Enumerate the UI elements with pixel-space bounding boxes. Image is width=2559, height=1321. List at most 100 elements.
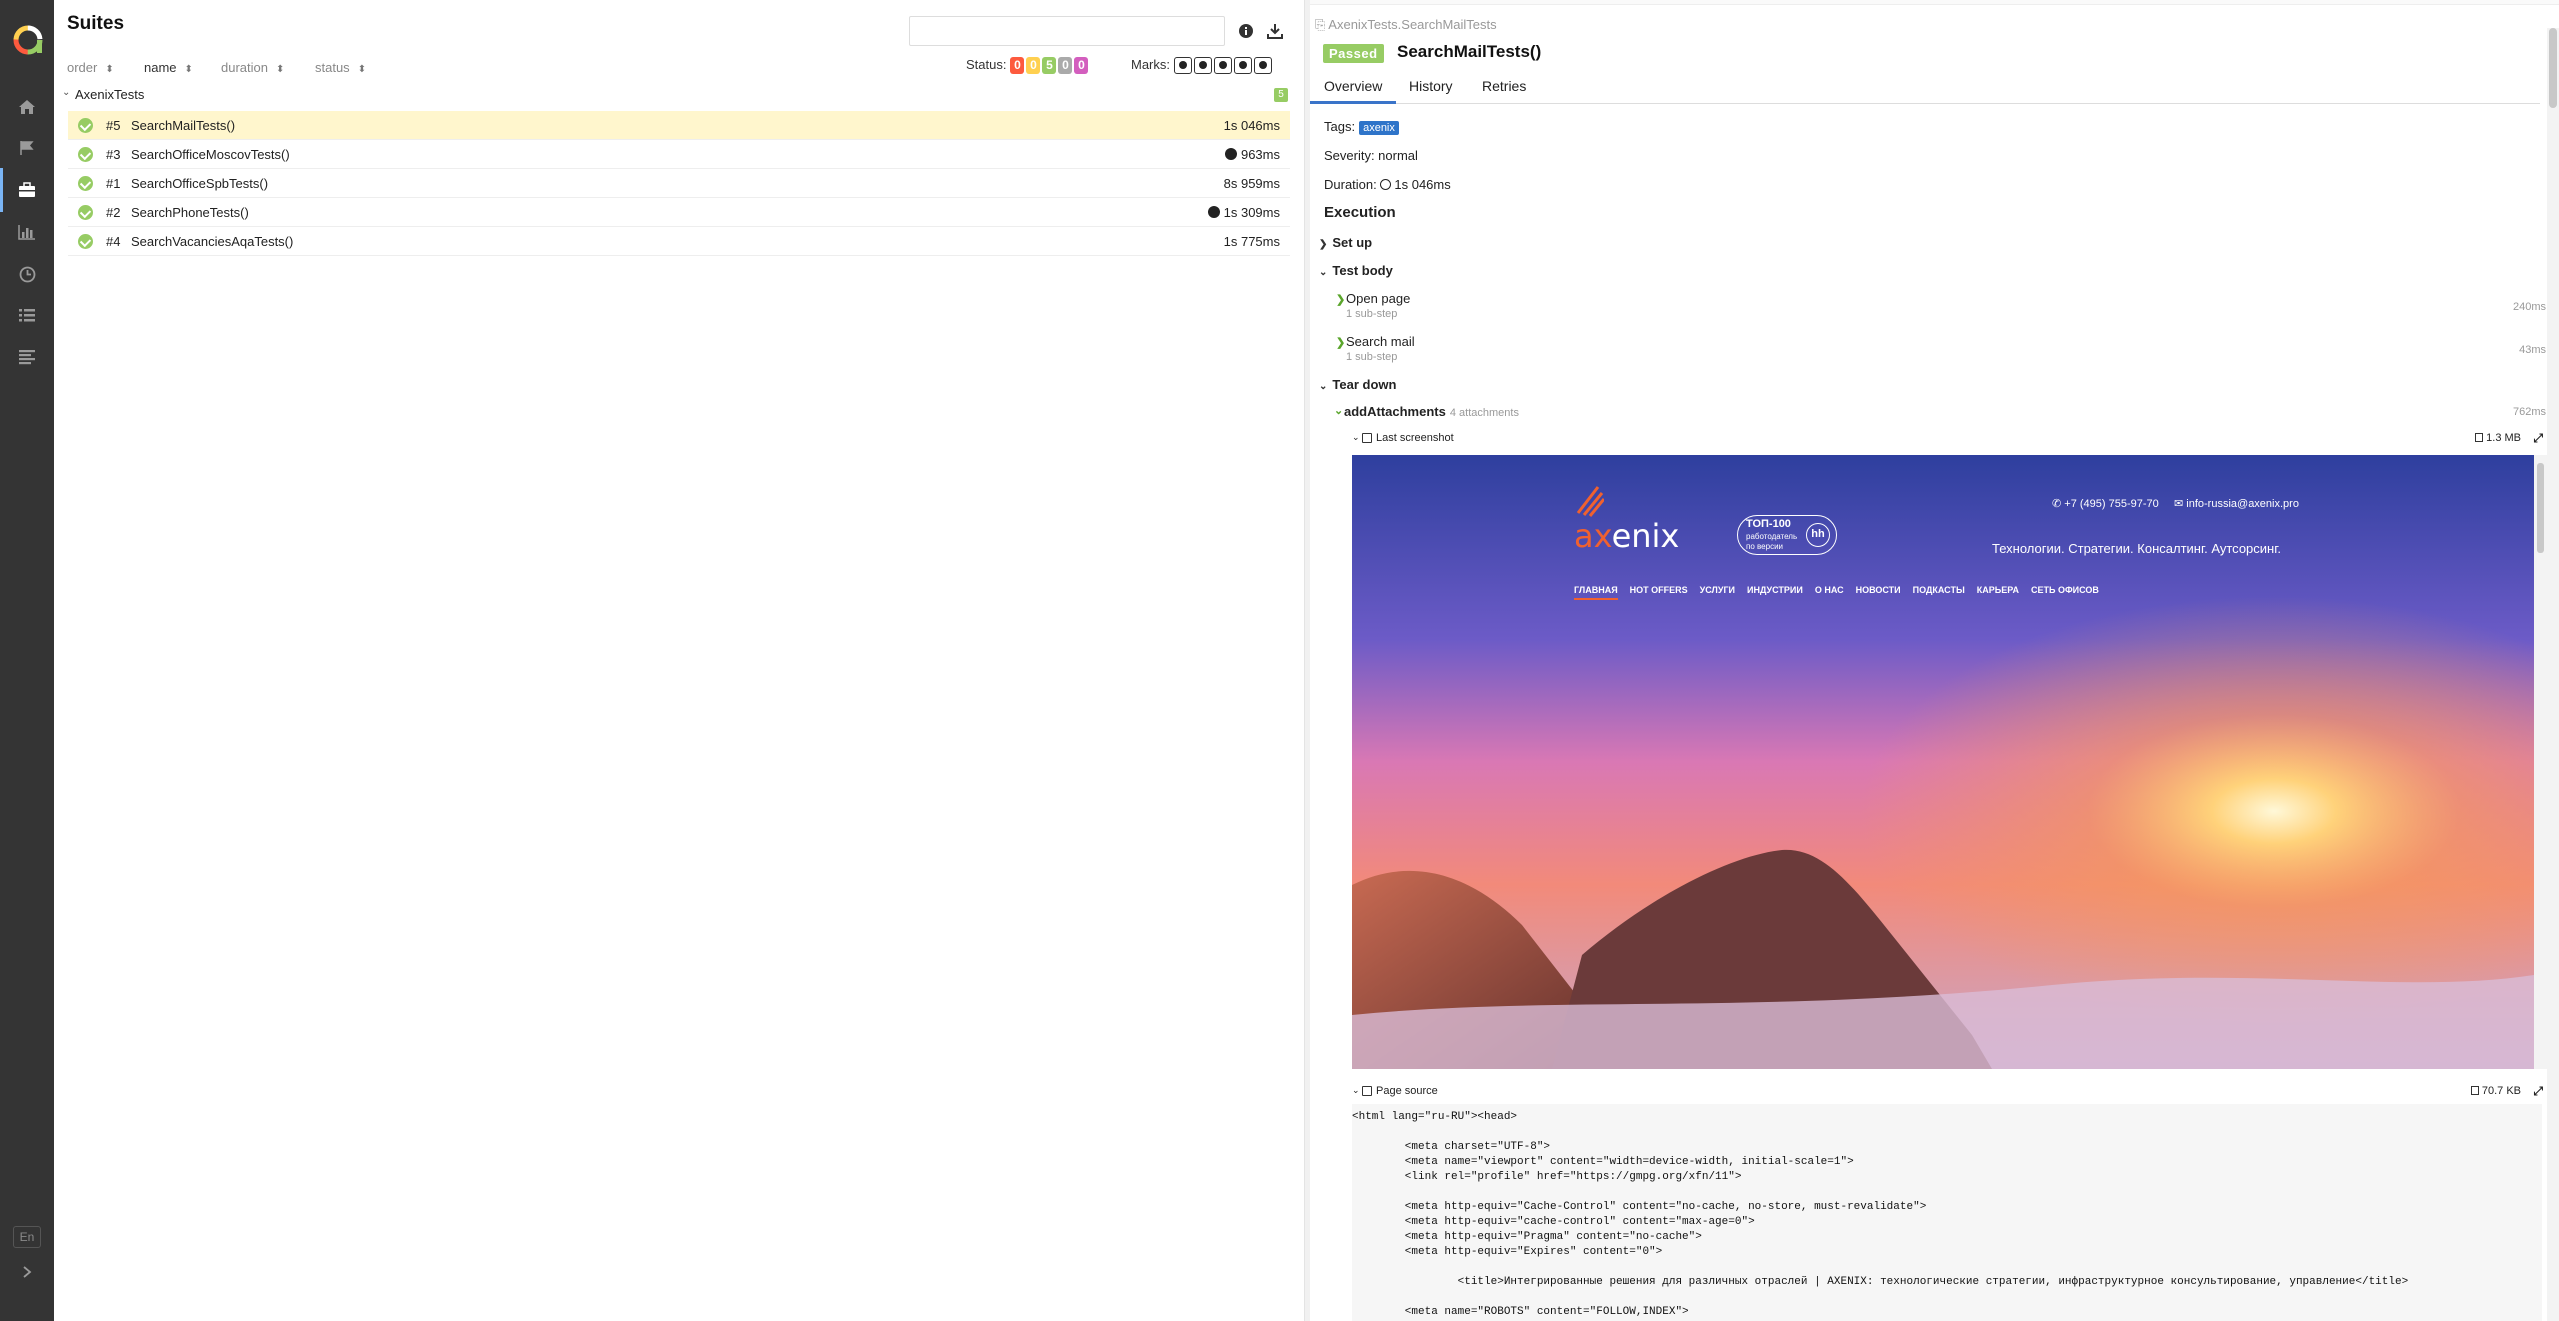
test-detail-pane: ⎘ AxenixTests.SearchMailTests Passed Sea… bbox=[1310, 0, 2559, 1321]
allure-logo-icon[interactable] bbox=[12, 24, 44, 56]
collapse-nav-icon[interactable] bbox=[15, 1262, 39, 1282]
site-menu-item: ИНДУСТРИИ bbox=[1747, 585, 1803, 595]
page-source-attachment-header[interactable]: ⌄ Page source 70.7 KB ⤢ bbox=[1352, 1084, 2547, 1102]
passed-check-icon bbox=[78, 234, 93, 249]
sort-status[interactable]: status ⬍ bbox=[315, 60, 366, 75]
tab-retries[interactable]: Retries bbox=[1468, 72, 1540, 104]
sort-duration-label: duration bbox=[221, 60, 268, 75]
language-toggle[interactable]: En bbox=[13, 1226, 41, 1248]
sort-order[interactable]: order ⬍ bbox=[67, 60, 114, 75]
tab-overview[interactable]: Overview bbox=[1310, 72, 1397, 104]
step-open-page[interactable]: ❯ Open page 1 sub-step 240ms bbox=[1336, 291, 2546, 331]
site-phone-text: +7 (495) 755-97-70 bbox=[2064, 498, 2159, 510]
site-phone: ✆ +7 (495) 755-97-70 bbox=[2052, 498, 2159, 510]
status-count-badge[interactable]: 0 bbox=[1074, 57, 1089, 74]
flaky-icon bbox=[1224, 148, 1237, 160]
page-source-code: <html lang="ru-RU"><head> <meta charset=… bbox=[1352, 1104, 2542, 1321]
attachment-label: Page source bbox=[1376, 1085, 1438, 1097]
expand-icon[interactable]: ⤢ bbox=[2533, 1084, 2543, 1099]
attachment-label: Last screenshot bbox=[1376, 432, 1454, 444]
status-count-badge[interactable]: 0 bbox=[1058, 57, 1073, 74]
code-line: <meta http-equiv="Expires" content="0"> bbox=[1352, 1246, 1663, 1258]
step-search-mail[interactable]: ❯ Search mail 1 sub-step 43ms bbox=[1336, 334, 2546, 374]
passed-check-icon bbox=[78, 176, 93, 191]
download-icon[interactable] bbox=[1264, 20, 1286, 42]
status-count-badge[interactable]: 0 bbox=[1026, 57, 1041, 74]
duration-label: Duration: bbox=[1324, 177, 1377, 192]
execution-heading: Execution bbox=[1324, 204, 1396, 221]
site-menu-item: УСЛУГИ bbox=[1699, 585, 1736, 595]
test-name: SearchOfficeSpbTests() bbox=[131, 176, 269, 191]
duration-row: Duration: 1s 046ms bbox=[1324, 177, 1451, 192]
status-count-badge[interactable]: 0 bbox=[1010, 57, 1025, 74]
new-passed-mark-icon[interactable] bbox=[1214, 57, 1232, 75]
attachments-count: 4 attachments bbox=[1449, 407, 1519, 419]
sort-duration[interactable]: duration ⬍ bbox=[221, 60, 284, 75]
scroll-thumb[interactable] bbox=[2537, 463, 2544, 553]
sort-name[interactable]: name ⬍ bbox=[144, 60, 193, 75]
tag-badge[interactable]: axenix bbox=[1359, 121, 1399, 135]
status-count-badge[interactable]: 5 bbox=[1042, 57, 1057, 74]
tabs: Overview History Retries bbox=[1310, 72, 2540, 104]
code-line: <title>Интегрированные решения для разли… bbox=[1352, 1276, 2409, 1288]
sort-status-label: status bbox=[315, 60, 350, 75]
passed-check-icon bbox=[78, 205, 93, 220]
test-row[interactable]: #1 SearchOfficeSpbTests() 8s 959ms bbox=[68, 169, 1290, 198]
test-row[interactable]: #3 SearchOfficeMoscovTests() 963ms bbox=[68, 140, 1290, 169]
test-name: SearchPhoneTests() bbox=[131, 205, 249, 220]
detail-scrollbar[interactable] bbox=[2547, 28, 2559, 1321]
tags-label: Tags: bbox=[1324, 119, 1356, 134]
teardown-section[interactable]: ⌄ Tear down bbox=[1319, 377, 1396, 392]
chevron-down-icon: ⌄ bbox=[1334, 405, 1344, 417]
status-badge: Passed bbox=[1323, 44, 1384, 63]
test-duration: 963ms bbox=[1224, 147, 1280, 162]
site-menu-item: КАРЬЕРА bbox=[1976, 585, 2019, 595]
test-duration-value: 1s 046ms bbox=[1223, 118, 1280, 133]
breadcrumb[interactable]: ⎘ AxenixTests.SearchMailTests bbox=[1315, 17, 1497, 33]
test-row[interactable]: #4 SearchVacanciesAqaTests() 1s 775ms bbox=[68, 227, 1290, 256]
briefcase-icon[interactable] bbox=[0, 168, 39, 212]
severity-row: Severity: normal bbox=[1324, 148, 1418, 163]
suite-group-name: AxenixTests bbox=[75, 87, 145, 102]
marks-filter: Marks: bbox=[1131, 57, 1274, 75]
bar-chart-icon[interactable] bbox=[15, 220, 39, 244]
site-menu-item: НОВОСТИ bbox=[1855, 585, 1901, 595]
clock-icon[interactable] bbox=[15, 262, 39, 286]
document-icon bbox=[1362, 1086, 1372, 1096]
info-icon[interactable] bbox=[1235, 20, 1257, 42]
setup-section[interactable]: ❯ Set up bbox=[1319, 235, 1372, 250]
search-input[interactable] bbox=[909, 16, 1225, 46]
screenshot-scrollbar[interactable] bbox=[2534, 455, 2547, 1069]
suite-group[interactable]: ⌄ AxenixTests 5 bbox=[54, 83, 1304, 105]
code-line: <meta name="viewport" content="width=dev… bbox=[1352, 1156, 1854, 1168]
sort-name-label: name bbox=[144, 60, 177, 75]
new-broken-mark-icon[interactable] bbox=[1234, 57, 1252, 75]
scroll-thumb[interactable] bbox=[2549, 28, 2557, 108]
expand-icon[interactable]: ⤢ bbox=[2533, 431, 2543, 446]
sort-arrows-icon: ⬍ bbox=[357, 64, 367, 75]
site-tagline: Технологии. Стратегии. Консалтинг. Аутсо… bbox=[1992, 541, 2281, 556]
list-icon[interactable] bbox=[15, 303, 39, 327]
axenix-logo-icon bbox=[1576, 486, 1604, 517]
flaky-mark-icon[interactable] bbox=[1174, 57, 1192, 75]
test-duration-value: 1s 309ms bbox=[1223, 205, 1280, 220]
retries-mark-icon[interactable] bbox=[1254, 57, 1272, 75]
flag-icon[interactable] bbox=[15, 136, 39, 160]
file-icon bbox=[2475, 433, 2484, 442]
add-attachments-step[interactable]: ⌄ addAttachments 4 attachments 762ms bbox=[1334, 404, 2548, 424]
hh-logo: hh bbox=[1806, 523, 1830, 547]
test-row[interactable]: #5 SearchMailTests() 1s 046ms bbox=[68, 111, 1290, 140]
home-icon[interactable] bbox=[15, 95, 39, 119]
test-row[interactable]: #2 SearchPhoneTests() 1s 309ms bbox=[68, 198, 1290, 227]
attachment-size: 70.7 KB bbox=[2481, 1085, 2521, 1097]
chevron-down-icon: ⌄ bbox=[62, 87, 71, 98]
test-body-section[interactable]: ⌄ Test body bbox=[1319, 263, 1393, 278]
screenshot-attachment-header[interactable]: ⌄ Last screenshot 1.3 MB ⤢ bbox=[1352, 431, 2547, 449]
logo-ax: ax bbox=[1574, 517, 1612, 555]
lines-icon[interactable] bbox=[15, 345, 39, 369]
tab-history[interactable]: History bbox=[1395, 72, 1467, 104]
new-failed-mark-icon[interactable] bbox=[1194, 57, 1212, 75]
site-menu: ГЛАВНАЯ HOT OFFERS УСЛУГИ ИНДУСТРИИ О НАС НОВ… bbox=[1574, 585, 2099, 600]
code-line: <meta name="ROBOTS" content="FOLLOW,INDE… bbox=[1352, 1306, 1689, 1318]
